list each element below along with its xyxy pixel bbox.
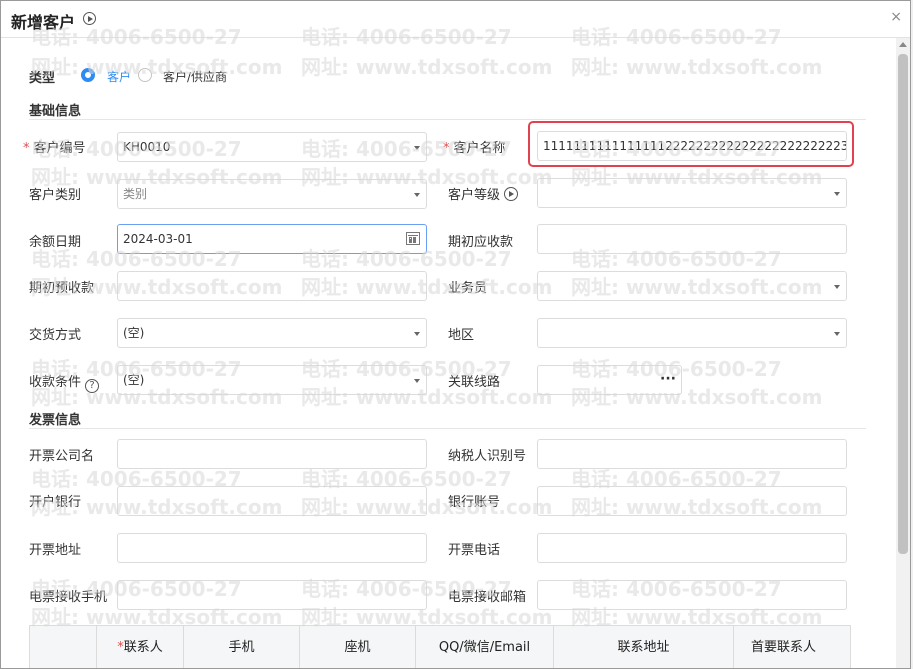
balance-date-label: 余额日期: [29, 235, 82, 250]
play-circle-icon[interactable]: [83, 12, 96, 25]
payment-terms-label: 收款条件?: [29, 371, 100, 393]
region-select[interactable]: [537, 318, 847, 348]
highlight-box: [528, 121, 854, 167]
section-basic-info: 基础信息: [29, 104, 82, 119]
invoice-phone-input[interactable]: [537, 533, 847, 563]
opening-prepaid-label: 期初预收款: [29, 281, 95, 296]
vertical-scrollbar[interactable]: [896, 38, 910, 668]
invoice-company-input[interactable]: [117, 439, 427, 469]
dialog-titlebar: 新增客户 ×: [1, 1, 910, 38]
balance-date-picker[interactable]: 2024-03-01: [117, 224, 427, 254]
einvoice-phone-input[interactable]: [117, 580, 427, 610]
category-select[interactable]: 类别: [117, 179, 427, 209]
radio-customer-supplier[interactable]: [138, 68, 152, 82]
chevron-down-icon: [414, 332, 420, 336]
customer-no-label: * 客户编号: [23, 141, 86, 156]
chevron-down-icon: [414, 193, 420, 197]
chevron-down-icon: [834, 332, 840, 336]
play-circle-icon[interactable]: [504, 187, 519, 201]
einvoice-email-label: 电票接收邮箱: [448, 590, 527, 605]
route-label: 关联线路: [448, 375, 501, 390]
radio-customer[interactable]: [81, 68, 95, 82]
opening-receivable-input[interactable]: [537, 224, 847, 254]
scroll-up-arrow-icon[interactable]: [899, 42, 907, 47]
section-divider: [29, 428, 866, 429]
scroll-thumb[interactable]: [898, 54, 908, 554]
section-invoice-info: 发票信息: [29, 413, 82, 428]
level-label: 客户等级: [448, 184, 519, 203]
bank-input[interactable]: [117, 486, 427, 516]
chevron-down-icon: [834, 192, 840, 196]
opening-receivable-label: 期初应收款: [448, 235, 514, 250]
required-mark: *: [443, 141, 450, 156]
section-divider: [29, 119, 866, 120]
delivery-select[interactable]: (空): [117, 318, 427, 348]
dialog-title: 新增客户: [11, 13, 76, 32]
einvoice-email-input[interactable]: [537, 580, 847, 610]
calendar-icon[interactable]: [406, 232, 420, 245]
bank-account-label: 银行账号: [448, 495, 501, 510]
delivery-label: 交货方式: [29, 328, 82, 343]
help-icon[interactable]: ?: [85, 379, 100, 393]
customer-name-label: * 客户名称: [443, 141, 506, 156]
invoice-phone-label: 开票电话: [448, 543, 501, 558]
payment-terms-select[interactable]: (空): [117, 365, 427, 395]
level-select[interactable]: [537, 178, 847, 208]
chevron-down-icon: [414, 379, 420, 383]
route-picker[interactable]: ···: [537, 365, 682, 395]
bank-account-input[interactable]: [537, 486, 847, 516]
salesman-select[interactable]: [537, 271, 847, 301]
watermark-site: 网址: www.tdxsoft.com: [31, 55, 283, 79]
column-header-contact[interactable]: *联系人: [96, 626, 183, 668]
invoice-address-input[interactable]: [117, 533, 427, 563]
column-header-mobile[interactable]: 手机: [183, 626, 299, 668]
watermark-site: 网址: www.tdxsoft.com: [301, 55, 553, 79]
new-customer-dialog: 新增客户 × 类型 客户 客户/供应商 基础信息 * 客户编号 KH0010 * 客…: [0, 0, 911, 669]
customer-no-select[interactable]: KH0010: [117, 132, 427, 162]
bank-label: 开户银行: [29, 495, 82, 510]
column-header-qq-wechat-email[interactable]: QQ/微信/Email: [415, 626, 553, 668]
radio-customer-label[interactable]: 客户: [107, 68, 131, 85]
chevron-down-icon: [834, 285, 840, 289]
invoice-company-label: 开票公司名: [29, 449, 95, 464]
category-label: 客户类别: [29, 188, 82, 203]
einvoice-phone-label: 电票接收手机: [29, 590, 108, 605]
type-label: 类型: [29, 71, 56, 86]
chevron-down-icon: [414, 146, 420, 150]
required-mark: *: [23, 141, 30, 156]
salesman-label: 业务员: [448, 281, 488, 296]
taxpayer-id-input[interactable]: [537, 439, 847, 469]
column-header-primary-contact[interactable]: 首要联系人: [733, 626, 833, 668]
contacts-table-header: *联系人 手机 座机 QQ/微信/Email 联系地址 首要联系人: [29, 625, 851, 668]
region-label: 地区: [448, 328, 475, 343]
invoice-address-label: 开票地址: [29, 543, 82, 558]
column-header-address[interactable]: 联系地址: [553, 626, 733, 668]
close-button[interactable]: ×: [890, 9, 902, 25]
column-header-landline[interactable]: 座机: [299, 626, 415, 668]
watermark-site: 网址: www.tdxsoft.com: [571, 55, 823, 79]
radio-customer-supplier-label[interactable]: 客户/供应商: [163, 68, 227, 85]
opening-prepaid-input[interactable]: [117, 271, 427, 301]
taxpayer-id-label: 纳税人识别号: [448, 449, 527, 464]
more-button[interactable]: ···: [660, 371, 676, 387]
